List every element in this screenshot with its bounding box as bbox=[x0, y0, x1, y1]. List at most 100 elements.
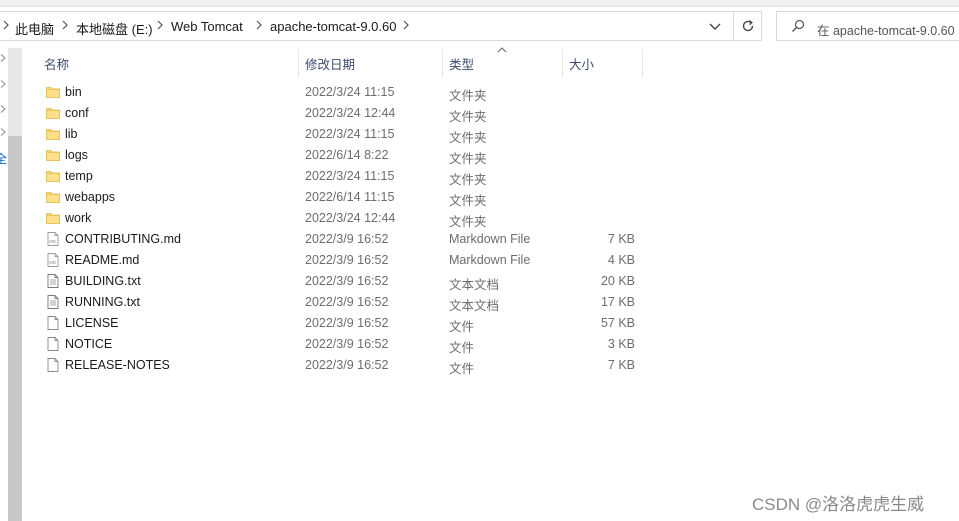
list-item[interactable]: logs 2022/6/14 8:22 文件夹 bbox=[40, 145, 650, 166]
file-name: conf bbox=[65, 106, 89, 120]
file-type: 文件夹 bbox=[449, 215, 487, 229]
address-bar[interactable]: 此电脑 本地磁盘 (E:) Web Tomcat apache-tomcat-9… bbox=[0, 11, 762, 41]
list-item[interactable]: RUNNING.txt 2022/3/9 16:52 文本文档 17 KB bbox=[40, 292, 650, 313]
file-date: 2022/3/24 12:44 bbox=[305, 211, 396, 225]
column-divider[interactable] bbox=[562, 49, 563, 77]
file-size: 7 KB bbox=[607, 232, 635, 246]
markdown-file-icon: MD bbox=[45, 231, 61, 247]
file-name: bin bbox=[65, 85, 82, 99]
file-date: 2022/3/24 12:44 bbox=[305, 106, 396, 120]
list-item[interactable]: bin 2022/3/24 11:15 文件夹 bbox=[40, 82, 650, 103]
address-divider bbox=[733, 12, 734, 40]
file-size: 7 KB bbox=[607, 358, 635, 372]
file-name: logs bbox=[65, 148, 88, 162]
file-type: 文件夹 bbox=[449, 131, 487, 145]
navigation-pane[interactable] bbox=[0, 48, 8, 521]
file-name: temp bbox=[65, 169, 93, 183]
column-header-size[interactable]: 大小 bbox=[569, 54, 594, 76]
file-name: BUILDING.txt bbox=[65, 274, 141, 288]
folder-icon bbox=[45, 126, 61, 142]
column-header-type[interactable]: 类型 bbox=[449, 54, 474, 76]
blank-file-icon bbox=[45, 357, 61, 373]
chevron-right-icon[interactable] bbox=[62, 20, 68, 30]
file-date: 2022/3/9 16:52 bbox=[305, 316, 389, 330]
list-item[interactable]: RELEASE-NOTES 2022/3/9 16:52 文件 7 KB bbox=[40, 355, 650, 376]
list-item[interactable]: MD README.md 2022/3/9 16:52 Markdown File 4 … bbox=[40, 250, 650, 271]
file-type: 文件夹 bbox=[449, 194, 487, 208]
file-name: lib bbox=[65, 127, 78, 141]
list-item[interactable]: lib 2022/3/24 11:15 文件夹 bbox=[40, 124, 650, 145]
chevron-right-icon bbox=[3, 20, 9, 30]
expand-arrow-icon[interactable] bbox=[0, 80, 6, 88]
list-item[interactable]: temp 2022/3/24 11:15 文件夹 bbox=[40, 166, 650, 187]
list-item[interactable]: work 2022/3/24 12:44 文件夹 bbox=[40, 208, 650, 229]
chevron-right-icon[interactable] bbox=[157, 20, 163, 30]
file-date: 2022/3/24 11:15 bbox=[305, 127, 395, 141]
history-dropdown-icon[interactable] bbox=[706, 19, 724, 33]
nav-scrollbar-thumb[interactable] bbox=[8, 136, 22, 521]
breadcrumb-this-pc[interactable]: 此电脑 bbox=[15, 19, 54, 38]
file-name: work bbox=[65, 211, 92, 225]
search-input[interactable]: 在 apache-tomcat-9.0.60 bbox=[817, 20, 955, 39]
file-name: LICENSE bbox=[65, 316, 119, 330]
file-size: 3 KB bbox=[607, 337, 635, 351]
file-size: 57 KB bbox=[600, 316, 635, 330]
breadcrumb-web-tomcat[interactable]: Web Tomcat bbox=[171, 19, 243, 34]
file-date: 2022/3/9 16:52 bbox=[305, 358, 389, 372]
file-type: Markdown File bbox=[449, 232, 531, 246]
sort-ascending-icon bbox=[497, 47, 507, 53]
file-name: NOTICE bbox=[65, 337, 113, 351]
file-name: RELEASE-NOTES bbox=[65, 358, 170, 372]
list-item[interactable]: NOTICE 2022/3/9 16:52 文件 3 KB bbox=[40, 334, 650, 355]
blank-file-icon bbox=[45, 336, 61, 352]
file-date: 2022/3/9 16:52 bbox=[305, 295, 389, 309]
expand-arrow-icon[interactable] bbox=[0, 128, 6, 136]
column-header-date[interactable]: 修改日期 bbox=[305, 54, 355, 76]
column-divider[interactable] bbox=[642, 49, 643, 77]
folder-icon bbox=[45, 147, 61, 163]
refresh-icon[interactable] bbox=[740, 18, 756, 34]
chevron-right-icon[interactable] bbox=[256, 20, 262, 30]
file-type: 文件夹 bbox=[449, 89, 487, 103]
file-size: 4 KB bbox=[607, 253, 635, 267]
chevron-right-icon[interactable] bbox=[403, 20, 409, 30]
folder-icon bbox=[45, 168, 61, 184]
file-name: RUNNING.txt bbox=[65, 295, 140, 309]
file-date: 2022/3/9 16:52 bbox=[305, 253, 389, 267]
list-item[interactable]: BUILDING.txt 2022/3/9 16:52 文本文档 20 KB bbox=[40, 271, 650, 292]
nav-partial-label[interactable]: 全 bbox=[0, 150, 7, 167]
file-name: CONTRIBUTING.md bbox=[65, 232, 181, 246]
search-icon bbox=[792, 19, 805, 32]
file-type: 文件夹 bbox=[449, 152, 487, 166]
svg-text:MD: MD bbox=[49, 239, 56, 244]
watermark: CSDN @洛洛虎虎生威 bbox=[752, 495, 925, 514]
file-type: 文本文档 bbox=[449, 299, 500, 313]
breadcrumb-apache-tomcat[interactable]: apache-tomcat-9.0.60 bbox=[270, 19, 396, 34]
file-name: README.md bbox=[65, 253, 140, 267]
file-date: 2022/3/9 16:52 bbox=[305, 274, 389, 288]
list-item[interactable]: conf 2022/3/24 12:44 文件夹 bbox=[40, 103, 650, 124]
markdown-file-icon: MD bbox=[45, 252, 61, 268]
text-file-icon bbox=[45, 294, 61, 310]
breadcrumb-local-disk[interactable]: 本地磁盘 (E:) bbox=[76, 19, 153, 38]
file-date: 2022/6/14 8:22 bbox=[305, 148, 389, 162]
list-item[interactable]: MD CONTRIBUTING.md 2022/3/9 16:52 Markdown … bbox=[40, 229, 650, 250]
column-divider[interactable] bbox=[298, 49, 299, 77]
expand-arrow-icon[interactable] bbox=[0, 105, 6, 113]
window-top-strip bbox=[0, 0, 959, 7]
blank-file-icon bbox=[45, 315, 61, 331]
file-date: 2022/3/24 11:15 bbox=[305, 169, 395, 183]
folder-icon bbox=[45, 84, 61, 100]
expand-arrow-icon[interactable] bbox=[0, 54, 6, 62]
list-item[interactable]: LICENSE 2022/3/9 16:52 文件 57 KB bbox=[40, 313, 650, 334]
file-name: webapps bbox=[65, 190, 116, 204]
column-header-name[interactable]: 名称 bbox=[44, 54, 69, 76]
text-file-icon bbox=[45, 273, 61, 289]
file-date: 2022/3/9 16:52 bbox=[305, 337, 389, 351]
list-item[interactable]: webapps 2022/6/14 11:15 文件夹 bbox=[40, 187, 650, 208]
file-type: 文件夹 bbox=[449, 110, 487, 124]
file-type: 文件夹 bbox=[449, 173, 487, 187]
folder-icon bbox=[45, 105, 61, 121]
search-box[interactable]: 在 apache-tomcat-9.0.60 bbox=[776, 11, 959, 41]
column-divider[interactable] bbox=[442, 49, 443, 77]
